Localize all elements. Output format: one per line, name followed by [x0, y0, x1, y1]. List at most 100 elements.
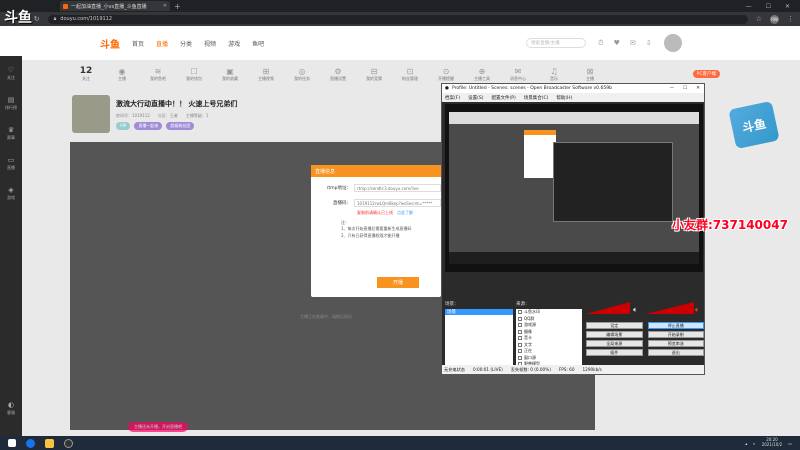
chrome-icon[interactable] — [26, 438, 35, 448]
checkbox[interactable] — [518, 336, 522, 341]
volume-icon[interactable]: 🔈︎ — [753, 441, 755, 446]
desktop-speaker-icon[interactable]: 🔈︎ — [633, 305, 638, 314]
nav-game[interactable]: 游戏 — [228, 39, 240, 48]
start-live-button[interactable]: 开播 — [377, 277, 419, 288]
new-tab-icon[interactable]: + — [174, 2, 181, 11]
mic-speaker-icon[interactable]: 🔈︎ — [695, 305, 700, 314]
obs-menu-file[interactable]: 档案(F) — [445, 95, 460, 101]
source-list[interactable]: 斗鱼水印 QQ群 游戏源 摄像 音卡 文字 正在 窗口源 野兽模型 — [516, 309, 582, 369]
cat-item[interactable]: ⊙ 开播提醒 — [430, 67, 462, 82]
checkbox[interactable] — [518, 355, 522, 360]
room-badge[interactable]: 直播一起来 — [134, 122, 163, 130]
reload-icon[interactable]: ↻ — [34, 15, 40, 23]
url-input[interactable]: 🔒︎ douyu.com/1019112 — [47, 14, 748, 24]
close-tab-icon[interactable]: ✕ — [163, 3, 167, 9]
close-icon[interactable]: ✕ — [696, 86, 700, 91]
maximize-icon[interactable]: ☐ — [766, 3, 771, 10]
audio-mixer[interactable]: 🔈︎ 🔈︎ — [586, 300, 702, 314]
checkbox[interactable] — [518, 310, 522, 315]
checkbox[interactable] — [518, 323, 522, 328]
search-input[interactable]: 搜索直播/主播 — [526, 38, 587, 48]
cat-item[interactable]: ♫ 音乐 — [538, 67, 570, 82]
minimize-icon[interactable]: — — [670, 86, 675, 91]
promo-badge[interactable]: 斗鱼 — [728, 100, 780, 150]
obs-menu-profile[interactable]: 配置文件(P) — [491, 95, 515, 101]
cat-item[interactable]: ⊡ 粉丝管理 — [394, 67, 426, 82]
cat-item[interactable]: ☐ 我的钱包 — [178, 67, 210, 82]
status-text: 0:00:01 (LIVE) — [472, 367, 503, 372]
stop-stream-button[interactable]: 停止直播 — [647, 322, 704, 329]
sidebar-item-game[interactable]: ◈ 游戏 — [0, 186, 22, 201]
profile-avatar[interactable]: RW — [770, 14, 779, 24]
cat-item[interactable]: ⊠ 主播 — [574, 67, 606, 82]
preview-stream-button[interactable]: 预览串流 — [647, 340, 704, 347]
obs-menu-settings[interactable]: 设置(S) — [468, 95, 483, 101]
nav-live[interactable]: 直播 — [156, 39, 168, 48]
nav-home[interactable]: 首页 — [132, 39, 144, 48]
cat-item[interactable]: ⊟ 我的竞猜 — [358, 67, 390, 82]
sidebar-item-match[interactable]: ♛ 赛事 — [0, 126, 22, 141]
maximize-icon[interactable]: ☐ — [683, 86, 687, 91]
windows-start-icon[interactable] — [8, 439, 16, 447]
clock[interactable]: 20:20 2021/10/2 — [762, 437, 783, 448]
obs-preview[interactable] — [445, 104, 703, 272]
cat-item[interactable]: ▣ 我的收藏 — [214, 67, 246, 82]
stream-code-field[interactable]: 1019112rwLQm8kep?wsSecret=***** — [354, 199, 441, 207]
rtmp-field[interactable]: rtmp://sendtc3.douyu.com/live — [354, 184, 441, 192]
sidebar-item-follow[interactable]: ♡ 关注 — [0, 66, 22, 81]
checkbox[interactable] — [518, 342, 522, 347]
douyu-left-sidebar: ♡ 关注 ▤ 排行榜 ♛ 赛事 ▭ 直播 ◈ 游戏 ◐ 客服 — [0, 56, 22, 436]
scene-item[interactable]: 场景 — [445, 309, 513, 315]
nav-fishbar[interactable]: 鱼吧 — [252, 39, 264, 48]
nav-category[interactable]: 分类 — [180, 39, 192, 48]
close-window-icon[interactable]: ✕ — [785, 3, 790, 10]
obs-icon[interactable] — [64, 438, 73, 448]
cat-item[interactable]: ⊞ 主播视频 — [250, 67, 282, 82]
cat-item[interactable]: ≋ 我的鱼吧 — [142, 67, 174, 82]
menu-icon[interactable]: ⋮ — [787, 15, 794, 23]
follow-icon[interactable]: ♥ — [614, 39, 620, 48]
sidebar-item-rank[interactable]: ▤ 排行榜 — [0, 96, 22, 111]
folder-icon[interactable] — [45, 438, 54, 448]
notification-icon[interactable]: ▭ — [788, 441, 792, 446]
cat-item[interactable]: ✉ 消息中心 — [502, 67, 534, 82]
settings-button[interactable]: 设定 — [586, 322, 643, 329]
start-record-button[interactable]: 开始录制 — [647, 331, 704, 338]
desktop-volume-meter[interactable] — [586, 302, 630, 314]
status-text: 1290kb/s — [582, 367, 602, 372]
pc-client-button[interactable]: PC客户端 — [692, 70, 720, 78]
tab-title: 一起加油直播_小vs直播_斗鱼直播 — [71, 3, 147, 10]
obs-menu-scenes[interactable]: 场景集合(C) — [524, 95, 549, 101]
star-icon[interactable]: ☆ — [756, 15, 762, 23]
scene-list[interactable]: 场景 — [445, 309, 513, 369]
checkbox[interactable] — [518, 316, 522, 321]
cat-item[interactable]: ⊕ 主播工具 — [466, 67, 498, 82]
cat-item[interactable]: ⚙ 直播设置 — [322, 67, 354, 82]
room-badge[interactable]: 超级粉丝团 — [166, 122, 195, 130]
cat-item[interactable]: ◉ 主播 — [106, 67, 138, 82]
checkbox[interactable] — [518, 329, 522, 334]
exit-button[interactable]: 退出 — [647, 349, 704, 356]
checkbox[interactable] — [518, 349, 522, 354]
history-icon[interactable]: ⏱ — [598, 39, 603, 48]
download-icon[interactable]: ⇩ — [646, 39, 652, 48]
global-sources-button[interactable]: 全局来源 — [586, 340, 643, 347]
douyu-logo[interactable]: 斗鱼 — [100, 36, 120, 51]
obs-menu-help[interactable]: 帮助(H) — [556, 95, 572, 101]
learn-more-link[interactable]: 点此了解 — [397, 210, 413, 216]
network-icon[interactable]: ▴ — [745, 441, 747, 446]
nav-video[interactable]: 视频 — [204, 39, 216, 48]
sidebar-item-live[interactable]: ▭ 直播 — [0, 156, 22, 171]
minimize-icon[interactable]: — — [746, 3, 752, 10]
plugins-button[interactable]: 插件 — [586, 349, 643, 356]
cat-item[interactable]: ◎ 我的任务 — [286, 67, 318, 82]
sidebar-item-service[interactable]: ◐ 客服 — [0, 401, 22, 416]
edit-scene-button[interactable]: 编辑场景 — [586, 331, 643, 338]
cat-item[interactable]: 12 关注 — [70, 66, 102, 82]
room-badge[interactable]: VIP — [116, 122, 131, 130]
mic-volume-meter[interactable] — [646, 302, 694, 314]
start-live-pill[interactable]: 主播还未开播，开启直播吧 — [128, 422, 188, 432]
message-icon[interactable]: ✉ — [630, 39, 636, 48]
browser-tab[interactable]: 一起加油直播_小vs直播_斗鱼直播 ✕ — [60, 1, 170, 11]
user-avatar[interactable] — [663, 34, 682, 52]
